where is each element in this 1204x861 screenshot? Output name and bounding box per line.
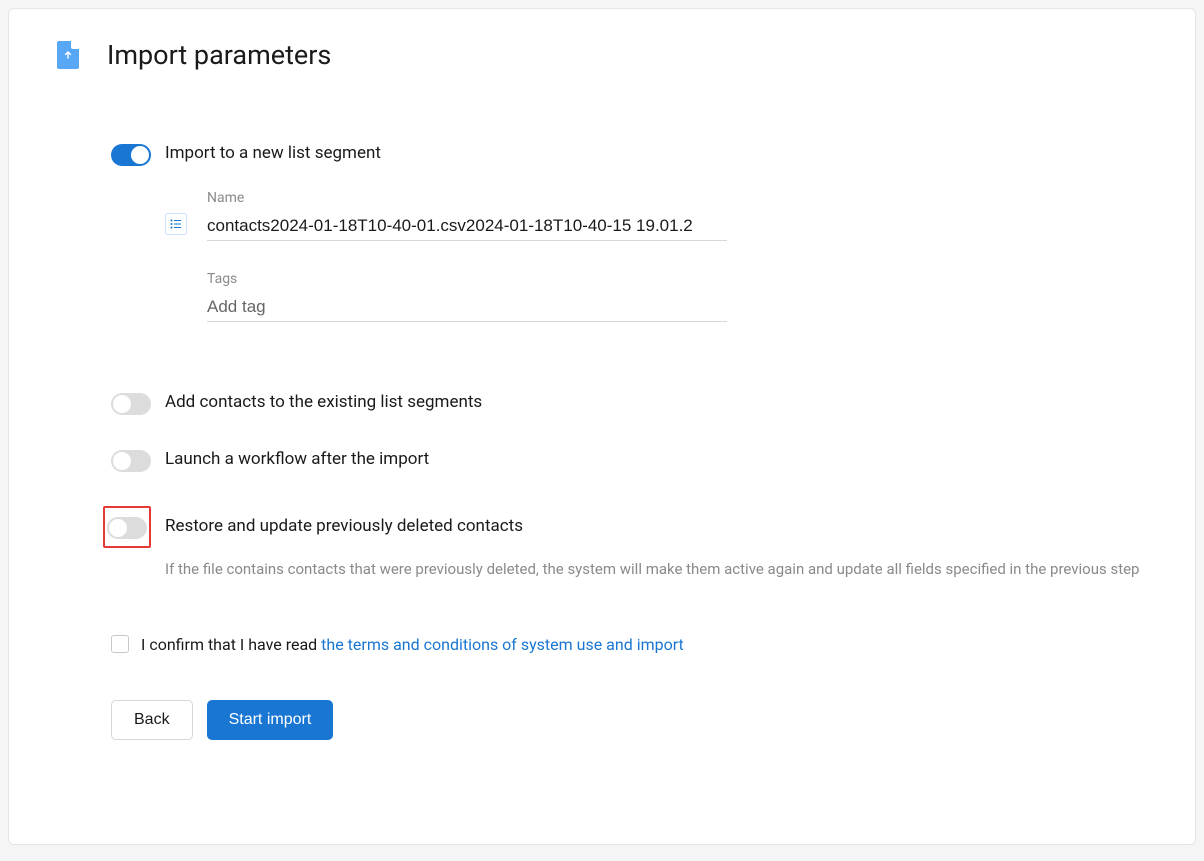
file-upload-icon — [57, 41, 79, 69]
header: Import parameters — [57, 39, 1147, 71]
tags-input[interactable] — [207, 293, 727, 322]
confirm-checkbox[interactable] — [111, 635, 129, 653]
confirm-row: I confirm that I have read the terms and… — [111, 635, 1147, 654]
toggle-label-new-segment: Import to a new list segment — [165, 143, 381, 163]
name-field-wrap: Name — [207, 190, 727, 241]
back-button[interactable]: Back — [111, 700, 193, 740]
toggle-label-restore: Restore and update previously deleted co… — [165, 516, 523, 536]
content-area: Import to a new list segment Name — [57, 143, 1147, 740]
page-title: Import parameters — [107, 39, 331, 71]
restore-help-text: If the file contains contacts that were … — [165, 558, 1147, 581]
toggle-existing-segments[interactable] — [111, 393, 151, 415]
name-input[interactable] — [207, 212, 727, 241]
segment-list-icon — [165, 213, 187, 235]
toggle-restore-deleted[interactable] — [107, 517, 147, 539]
import-parameters-panel: Import parameters Import to a new list s… — [8, 8, 1196, 845]
toggle-row-existing-segments: Add contacts to the existing list segmen… — [111, 392, 1147, 415]
tags-field-row: Tags — [165, 271, 1147, 322]
name-field-label: Name — [207, 190, 727, 206]
name-field-row: Name — [165, 190, 1147, 241]
tags-field-label: Tags — [207, 271, 727, 287]
toggle-label-workflow: Launch a workflow after the import — [165, 449, 429, 469]
button-row: Back Start import — [111, 700, 1147, 740]
new-segment-fields: Name Tags — [165, 190, 1147, 322]
start-import-button[interactable]: Start import — [207, 700, 334, 740]
toggle-launch-workflow[interactable] — [111, 450, 151, 472]
tags-field-wrap: Tags — [207, 271, 727, 322]
toggle-import-new-segment[interactable] — [111, 144, 151, 166]
toggle-row-workflow: Launch a workflow after the import — [111, 449, 1147, 472]
confirm-prefix: I confirm that I have read — [141, 635, 321, 654]
toggle-row-new-segment: Import to a new list segment — [111, 143, 1147, 166]
toggle-row-restore: Restore and update previously deleted co… — [103, 506, 1147, 548]
confirm-text: I confirm that I have read the terms and… — [141, 635, 684, 654]
restore-toggle-highlight — [103, 506, 151, 548]
toggle-label-existing-segments: Add contacts to the existing list segmen… — [165, 392, 482, 412]
terms-link[interactable]: the terms and conditions of system use a… — [321, 635, 684, 654]
